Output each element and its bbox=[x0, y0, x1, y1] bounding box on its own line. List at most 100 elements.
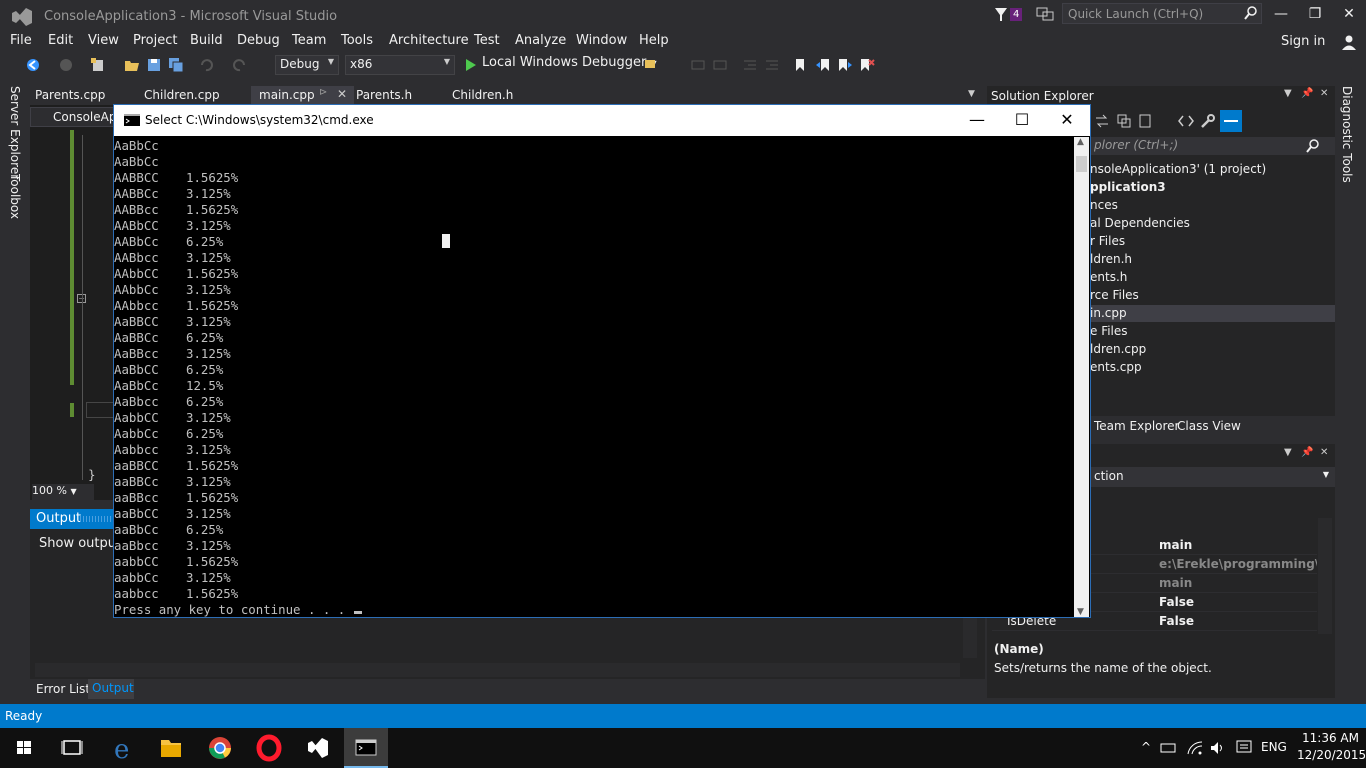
opera-browser-icon[interactable] bbox=[249, 733, 289, 763]
redo-icon[interactable] bbox=[232, 57, 248, 73]
close-button[interactable]: ✕ bbox=[1332, 4, 1366, 26]
power-icon[interactable] bbox=[1160, 741, 1178, 755]
tree-item-solution[interactable]: nsoleApplication3' (1 project) bbox=[1090, 162, 1266, 176]
clear-bookmarks-icon[interactable] bbox=[859, 57, 875, 73]
tree-item-resource-files[interactable]: e Files bbox=[1090, 324, 1128, 338]
tree-item-header-files[interactable]: r Files bbox=[1090, 234, 1125, 248]
tree-item-parents-cpp[interactable]: ents.cpp bbox=[1090, 360, 1142, 374]
show-hidden-icons-chevron-icon[interactable]: ^ bbox=[1141, 740, 1151, 754]
cmd-scrollbar-thumb[interactable] bbox=[1076, 156, 1087, 172]
menu-edit[interactable]: Edit bbox=[48, 33, 73, 48]
panel-options-icons[interactable]: ▼ 📌 ✕ bbox=[1284, 447, 1328, 458]
find-in-files-icon[interactable] bbox=[644, 57, 660, 73]
cmd-console-output[interactable]: AaBbCc AaBbCc AABBCC 1.5625% AABBCc 3.125% AAB… bbox=[114, 137, 1074, 617]
quick-launch-input[interactable]: Quick Launch (Ctrl+Q) bbox=[1062, 3, 1262, 24]
tree-item-references[interactable]: nces bbox=[1090, 198, 1118, 212]
file-explorer-icon[interactable] bbox=[151, 733, 191, 763]
comment-icon[interactable] bbox=[690, 57, 706, 73]
open-file-icon[interactable] bbox=[124, 57, 140, 73]
scroll-up-icon[interactable]: ▲ bbox=[1077, 137, 1084, 147]
save-icon[interactable] bbox=[146, 57, 162, 73]
tab-class-view[interactable]: Class View bbox=[1177, 419, 1241, 433]
tab-children-h[interactable]: Children.h bbox=[452, 88, 513, 102]
menu-team[interactable]: Team bbox=[292, 33, 326, 48]
action-center-icon[interactable] bbox=[1236, 740, 1252, 756]
volume-icon[interactable] bbox=[1210, 740, 1226, 756]
visual-studio-taskbar-icon[interactable] bbox=[298, 733, 338, 763]
menu-debug[interactable]: Debug bbox=[237, 33, 280, 48]
windows-start-icon[interactable] bbox=[4, 733, 44, 763]
solution-platform-combo[interactable]: x86 ▼ bbox=[345, 55, 455, 75]
bookmark-icon[interactable] bbox=[792, 57, 808, 73]
cmd-maximize-button[interactable]: ☐ bbox=[999, 105, 1045, 135]
save-all-icon[interactable] bbox=[168, 57, 184, 73]
toolbox-tab[interactable]: Toolbox bbox=[8, 174, 22, 219]
menu-test[interactable]: Test bbox=[474, 33, 500, 48]
tree-item-main-cpp[interactable]: in.cpp bbox=[1090, 306, 1127, 320]
clock-date[interactable]: 12/20/2015 bbox=[1297, 748, 1366, 762]
show-all-files-icon[interactable] bbox=[1138, 113, 1154, 129]
panel-options-icons[interactable]: ▼ 📌 ✕ bbox=[1284, 88, 1328, 99]
tab-parents-h[interactable]: Parents.h bbox=[356, 88, 412, 102]
tab-error-list[interactable]: Error List bbox=[36, 682, 90, 696]
wifi-icon[interactable] bbox=[1186, 740, 1204, 756]
tab-main-cpp[interactable]: main.cpp ⊳ ✕ bbox=[251, 86, 354, 105]
menu-window[interactable]: Window bbox=[576, 33, 627, 48]
output-horizontal-scrollbar[interactable] bbox=[35, 663, 960, 677]
decrease-indent-icon[interactable] bbox=[742, 57, 758, 73]
command-prompt-taskbar-icon[interactable] bbox=[346, 733, 386, 763]
tree-item-parents-h[interactable]: ents.h bbox=[1090, 270, 1127, 284]
tab-children-cpp[interactable]: Children.cpp bbox=[144, 88, 220, 102]
tree-item-external-dependencies[interactable]: al Dependencies bbox=[1090, 216, 1190, 230]
tab-team-explorer[interactable]: Team Explorer bbox=[1094, 419, 1180, 433]
input-language-indicator[interactable]: ENG bbox=[1261, 740, 1287, 754]
view-code-icon[interactable] bbox=[1178, 113, 1194, 129]
cmd-vertical-scrollbar[interactable]: ▲ ▼ bbox=[1074, 137, 1089, 617]
chrome-browser-icon[interactable] bbox=[200, 733, 240, 763]
menu-file[interactable]: File bbox=[10, 33, 32, 48]
properties-object-combo[interactable]: ction ▼ bbox=[1090, 467, 1335, 487]
task-view-icon[interactable] bbox=[52, 733, 92, 763]
menu-build[interactable]: Build bbox=[190, 33, 223, 48]
edge-browser-icon[interactable]: e bbox=[102, 733, 142, 763]
feedback-icon[interactable] bbox=[1036, 6, 1054, 22]
search-icon[interactable] bbox=[1306, 139, 1320, 153]
minimize-button[interactable]: — bbox=[1264, 4, 1298, 26]
properties-wrench-icon[interactable] bbox=[1200, 113, 1216, 129]
tree-item-source-files[interactable]: rce Files bbox=[1090, 288, 1139, 302]
undo-icon[interactable] bbox=[198, 57, 214, 73]
menu-project[interactable]: Project bbox=[133, 33, 177, 48]
close-tab-icon[interactable]: ✕ bbox=[337, 87, 347, 101]
search-icon[interactable] bbox=[1244, 6, 1258, 20]
tree-item-children-cpp[interactable]: ldren.cpp bbox=[1090, 342, 1146, 356]
menu-architecture[interactable]: Architecture bbox=[389, 33, 469, 48]
properties-vertical-scrollbar[interactable] bbox=[1318, 518, 1332, 634]
pin-icon[interactable]: ⊳ bbox=[319, 87, 327, 98]
cmd-close-button[interactable]: ✕ bbox=[1044, 105, 1090, 135]
next-bookmark-icon[interactable] bbox=[837, 57, 853, 73]
tree-item-project[interactable]: pplication3 bbox=[1090, 180, 1166, 194]
diagnostic-tools-tab[interactable]: Diagnostic Tools bbox=[1340, 86, 1354, 183]
sign-in-link[interactable]: Sign in bbox=[1281, 34, 1325, 49]
scroll-down-icon[interactable]: ▼ bbox=[1077, 607, 1084, 617]
account-icon[interactable] bbox=[1341, 34, 1357, 50]
menu-view[interactable]: View bbox=[88, 33, 119, 48]
solution-configuration-combo[interactable]: Debug ▼ bbox=[275, 55, 339, 75]
menu-help[interactable]: Help bbox=[639, 33, 669, 48]
output-vertical-scrollbar[interactable] bbox=[963, 618, 977, 658]
previous-bookmark-icon[interactable] bbox=[815, 57, 831, 73]
uncomment-icon[interactable] bbox=[712, 57, 728, 73]
navigate-forward-icon[interactable] bbox=[58, 57, 74, 73]
collapse-all-icon[interactable] bbox=[1116, 113, 1132, 129]
tab-output[interactable]: Output bbox=[88, 679, 134, 699]
zoom-level-combo[interactable]: 100 % ▼ bbox=[32, 484, 94, 500]
cmd-minimize-button[interactable]: — bbox=[954, 105, 1000, 135]
menu-tools[interactable]: Tools bbox=[341, 33, 373, 48]
sync-icon[interactable] bbox=[1094, 113, 1110, 129]
restore-button[interactable]: ❐ bbox=[1298, 4, 1332, 26]
new-project-icon[interactable] bbox=[90, 57, 106, 73]
navigate-back-icon[interactable] bbox=[25, 57, 41, 73]
clock-time[interactable]: 11:36 AM bbox=[1302, 731, 1359, 745]
tree-item-children-h[interactable]: ldren.h bbox=[1090, 252, 1132, 266]
start-debugger-button[interactable]: Local Windows Debugger ▼ bbox=[462, 55, 657, 75]
